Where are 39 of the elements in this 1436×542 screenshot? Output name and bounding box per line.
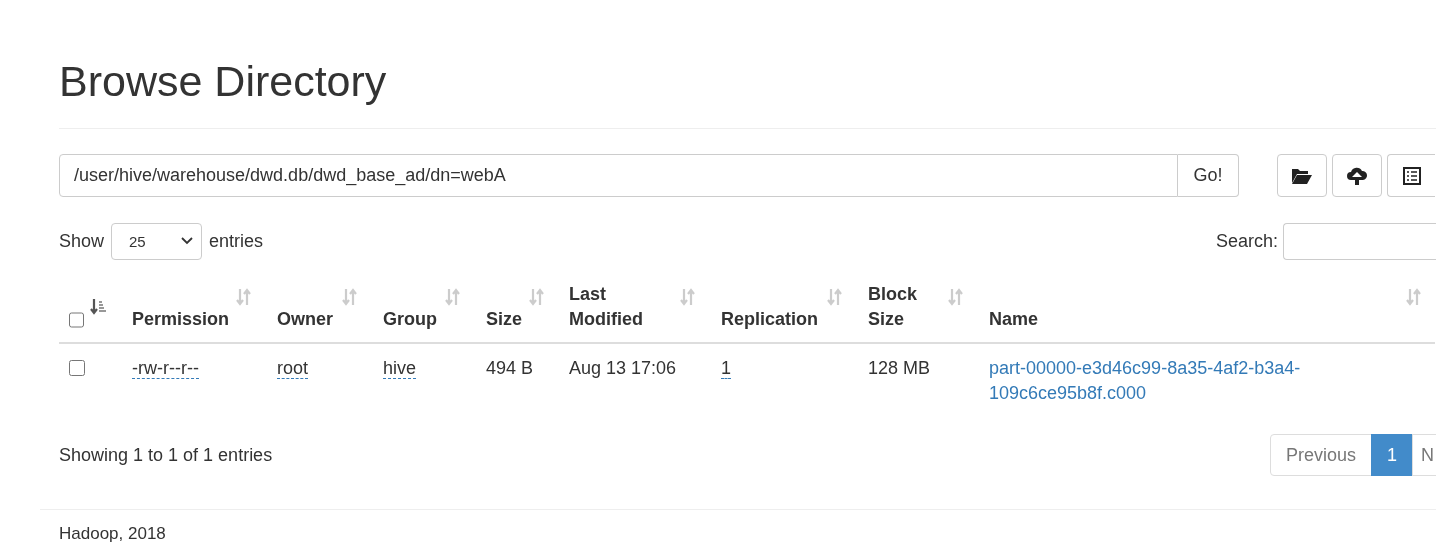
column-header[interactable]: Name — [989, 307, 1039, 333]
list-icon — [1402, 166, 1421, 185]
folder-button[interactable] — [1277, 154, 1327, 198]
table-cell: 128 MB — [868, 358, 931, 379]
column-header[interactable]: Last Modified — [569, 282, 673, 333]
column-header[interactable]: Group — [383, 307, 437, 333]
upload-icon — [1346, 165, 1368, 186]
column-header[interactable]: Replication — [721, 307, 818, 333]
page-button[interactable]: N — [1412, 434, 1436, 477]
entries-label: entries — [209, 230, 264, 252]
row-checkbox[interactable] — [69, 360, 85, 377]
column-header[interactable]: Owner — [277, 307, 333, 333]
page-button[interactable]: 1 — [1371, 434, 1413, 477]
table-cell: -rw-r--r-- — [132, 358, 199, 380]
folder-icon — [1291, 166, 1313, 185]
page-button[interactable]: Previous — [1269, 434, 1372, 477]
table-cell: root — [277, 358, 309, 380]
table-cell: 494 B — [486, 358, 534, 379]
table-cell: hive — [383, 358, 417, 380]
show-label: Show — [59, 230, 105, 252]
column-header[interactable]: Size — [486, 307, 523, 333]
caret-icon — [181, 237, 194, 246]
footer-text: Hadoop, 2018 — [59, 524, 166, 542]
column-header[interactable]: Permission — [132, 307, 230, 333]
upload-button[interactable] — [1332, 154, 1382, 198]
go-button[interactable]: Go! — [1178, 154, 1239, 198]
list-button[interactable] — [1387, 154, 1435, 198]
page-title: Browse Directory — [59, 56, 387, 106]
column-header[interactable]: Block Size — [868, 282, 941, 333]
table-cell: Aug 13 17:06 — [569, 358, 677, 379]
entries-select[interactable]: 25 — [111, 222, 203, 260]
search-label: Search: — [1215, 230, 1278, 252]
table-cell: 1 — [721, 358, 731, 380]
select-all-checkbox[interactable] — [69, 312, 84, 329]
search-field[interactable] — [1283, 222, 1436, 260]
entries-info: Showing 1 to 1 of 1 entries — [59, 444, 273, 466]
sort-icon[interactable] — [90, 298, 108, 317]
file-link[interactable]: part-00000-e3d46c99-8a35-4af2-b3a4-109c6ce95b8f.c000 — [989, 356, 1334, 407]
path-field[interactable]: /user/hive/warehouse/dwd.db/dwd_base_ad/dn=webA — [59, 154, 1178, 198]
